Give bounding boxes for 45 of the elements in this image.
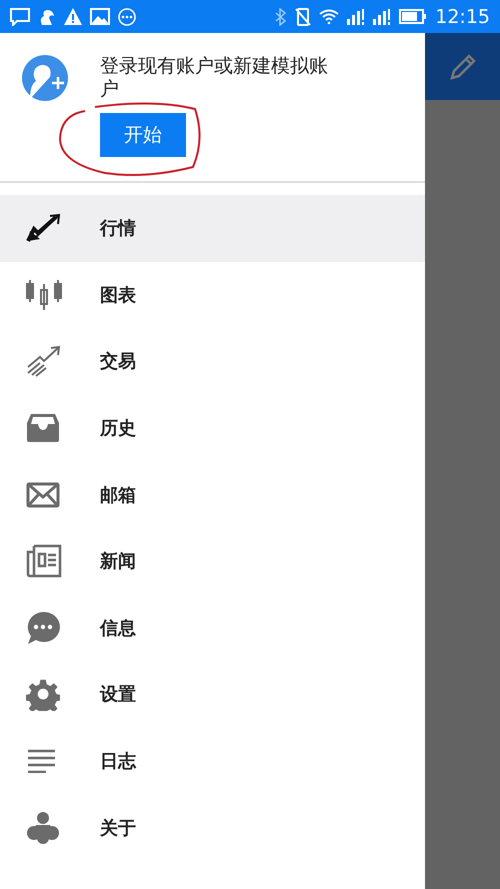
bluetooth-icon: [275, 8, 288, 26]
candlestick-icon: [26, 278, 62, 312]
battery-icon: [399, 9, 428, 24]
menu-item[interactable]: 关于: [0, 794, 425, 861]
menu-item[interactable]: 历史: [0, 394, 425, 462]
menu-item[interactable]: 信息: [0, 594, 425, 662]
chat-bubble-icon: [26, 610, 60, 645]
more-icon: [118, 8, 136, 26]
clock-time: 12:15: [435, 6, 490, 28]
trend-arrow-icon: [26, 345, 62, 378]
add-account-avatar-icon: [22, 55, 68, 101]
squirrel-icon: [38, 8, 56, 26]
menu-item[interactable]: 新闻: [0, 528, 425, 595]
signal-icon: [373, 8, 392, 24]
menu-label: 信息: [100, 616, 136, 640]
image-icon: [90, 8, 110, 25]
emblem-icon: [26, 810, 60, 845]
vibrate-off-icon: [295, 8, 312, 26]
menu-label: 日志: [100, 750, 136, 774]
menu-item[interactable]: 日志: [0, 728, 425, 794]
pencil-icon: [448, 52, 476, 80]
menu-label: 邮箱: [100, 484, 136, 507]
menu-item[interactable]: 邮箱: [0, 461, 425, 528]
menu-item[interactable]: 设置: [0, 661, 425, 728]
message-icon: [10, 8, 30, 26]
menu-label: 图表: [100, 284, 136, 307]
signal-icon: [347, 8, 366, 24]
start-button[interactable]: 开始: [100, 112, 186, 157]
menu-label: 关于: [100, 816, 136, 840]
inbox-tray-icon: [26, 413, 60, 444]
menu-label: 历史: [100, 417, 136, 440]
menu-item[interactable]: 交易: [0, 328, 425, 395]
wifi-icon: [319, 9, 340, 24]
menu-label: 设置: [100, 683, 136, 706]
menu-label: 行情: [100, 217, 136, 240]
envelope-icon: [26, 482, 60, 508]
menu-item[interactable]: 图表: [0, 262, 425, 328]
login-prompt: 登录现有账户或新建模拟账户: [100, 55, 329, 101]
menu-label: 新闻: [100, 550, 136, 574]
gear-icon: [26, 677, 60, 712]
menu-item[interactable]: 行情: [0, 195, 425, 262]
warning-icon: [64, 8, 82, 25]
newspaper-icon: [26, 544, 62, 578]
lines-icon: [26, 749, 56, 774]
menu-label: 交易: [100, 350, 136, 374]
